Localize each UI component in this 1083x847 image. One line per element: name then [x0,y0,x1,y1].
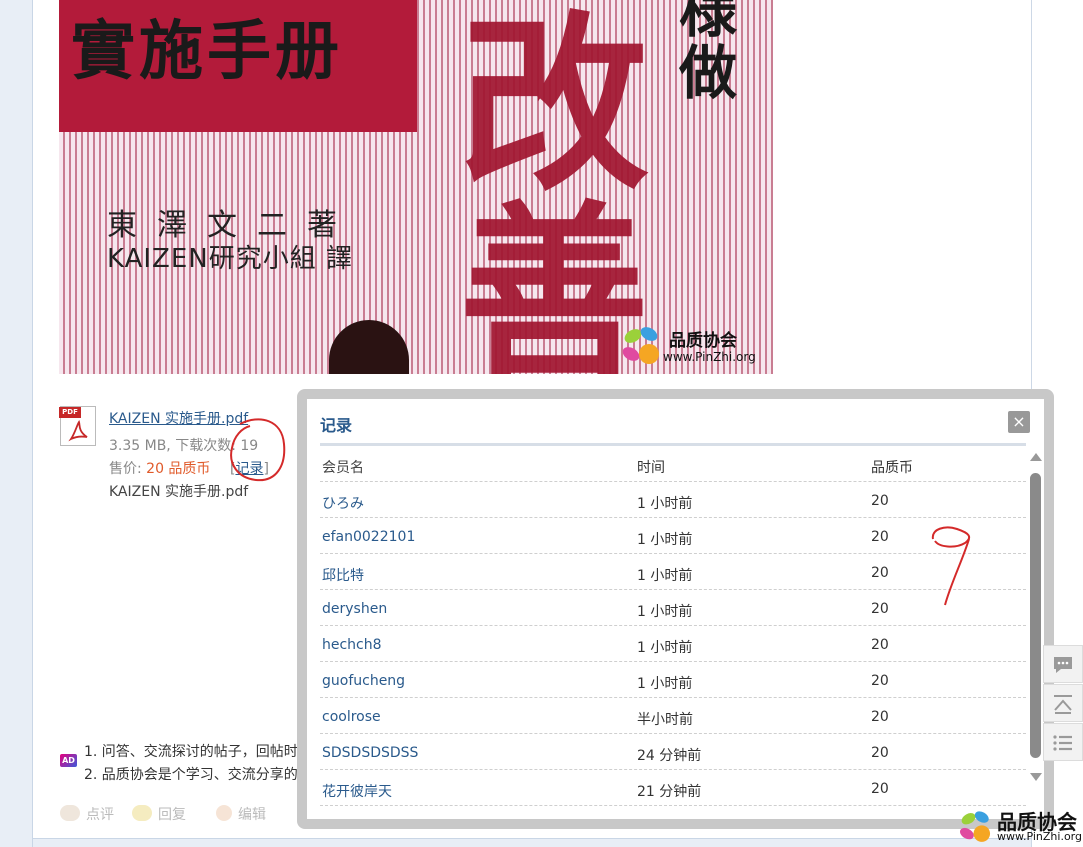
chat-bubble-icon [1054,657,1072,673]
table-row: SDSDSDSDSS 24 分钟前 20 [320,734,1026,770]
attachment-price: 售价: 20 品质币 [记录] [109,458,269,478]
watermark-url: www.PinZhi.org [997,830,1082,843]
member-link[interactable]: deryshen [322,601,387,617]
notice-line-1: 1. 问答、交流探讨的帖子，回帖时请 [84,744,299,760]
floating-toolbar [1043,645,1083,762]
member-link[interactable]: ひろみ [322,493,364,513]
return-to-list-button[interactable] [1043,723,1083,761]
ad-badge: AD [60,754,77,767]
row-coins: 20 [871,745,889,761]
red-annotation-circle [230,418,286,482]
notice-line-2: 2. 品质协会是个学习、交流分享的平 [84,767,299,783]
cover-big-calligraphy: 改善 [459,0,650,375]
header-member: 会员名 [322,460,364,476]
member-link[interactable]: SDSDSDSDSS [322,745,418,761]
member-link[interactable]: guofucheng [322,673,405,689]
table-row: deryshen 1 小时前 20 [320,590,1026,626]
member-link[interactable]: coolrose [322,709,381,725]
red-annotation-seven [931,526,971,606]
table-row: coolrose 半小时前 20 [320,698,1026,734]
row-coins: 20 [871,781,889,797]
header-coins: 品质币 [871,460,913,476]
table-row: efan0022101 1 小时前 20 [320,518,1026,554]
member-link[interactable]: 邱比特 [322,565,364,585]
member-link[interactable]: hechch8 [322,637,382,653]
back-to-top-icon [1054,695,1072,714]
pdf-file-icon: PDF [59,406,96,446]
table-row: 花开彼岸天 21 分钟前 20 [320,770,1026,806]
reply-icon [132,805,152,821]
site-watermark: 品质协会 www.PinZhi.org [957,806,1083,846]
edit-button[interactable]: 编辑 [216,804,266,824]
member-link[interactable]: efan0022101 [322,529,415,545]
row-coins: 20 [871,637,889,653]
scrollbar-thumb[interactable] [1030,473,1041,758]
row-coins: 20 [871,493,889,509]
pdf-tag: PDF [59,407,81,418]
price-amount: 20 品质币 [146,461,211,477]
quick-reply-button[interactable] [1043,645,1083,683]
row-time: 半小时前 [637,712,693,728]
book-cover-image: 實施手册 様 做 改善 東澤文二著 KAIZEN研究小組 譯 品质协会 www.… [59,0,773,374]
row-time: 1 小时前 [637,676,693,692]
edit-label: 编辑 [238,807,266,823]
table-row: guofucheng 1 小时前 20 [320,662,1026,698]
dialog-title: 记录 [320,416,353,435]
row-time: 1 小时前 [637,640,693,656]
cover-logo-url: www.PinZhi.org [663,350,756,364]
row-time: 1 小时前 [637,604,693,620]
close-button[interactable]: × [1008,411,1030,433]
reply-button[interactable]: 回复 [132,804,186,824]
cover-title: 實施手册 [71,14,343,89]
member-link[interactable]: 花开彼岸天 [322,781,392,801]
acrobat-icon [68,419,88,442]
row-coins: 20 [871,601,889,617]
post-bottom-border [33,838,1031,847]
edit-pencil-icon [216,805,232,821]
comment-label: 点评 [86,807,114,823]
comment-button[interactable]: 点评 [60,804,114,824]
table-header-row: 会员名 时间 品质币 [320,446,1026,482]
row-time: 1 小时前 [637,532,693,548]
back-to-top-button[interactable] [1043,684,1083,722]
cover-translator: KAIZEN研究小組 譯 [107,244,354,274]
cover-illustration [329,320,409,374]
list-icon [1053,735,1072,751]
table-row: hechch8 1 小时前 20 [320,626,1026,662]
row-coins: 20 [871,529,889,545]
cover-logo-name: 品质协会 [669,331,737,351]
record-table: 会员名 时间 品质币 ひろみ 1 小时前 20 efan0022101 1 小时… [320,446,1026,806]
pinzhi-logo-icon [622,327,659,364]
cover-watermark-logo: 品质协会 www.PinZhi.org [619,322,769,370]
table-row: 邱比特 1 小时前 20 [320,554,1026,590]
price-label: 售价: [109,461,147,477]
scroll-up-arrow[interactable] [1030,453,1042,461]
header-time: 时间 [637,460,665,476]
record-dialog: 记录 × 会员名 时间 品质币 ひろみ 1 小时前 20 efan0022101… [307,399,1044,819]
row-time: 24 分钟前 [637,748,702,764]
comment-icon [60,805,80,821]
pinzhi-logo-icon [960,811,991,842]
left-gutter [0,0,33,847]
row-coins: 20 [871,565,889,581]
row-time: 1 小时前 [637,568,693,584]
table-row: ひろみ 1 小时前 20 [320,482,1026,518]
reply-label: 回复 [158,807,186,823]
row-coins: 20 [871,673,889,689]
row-time: 1 小时前 [637,496,693,512]
scroll-down-arrow[interactable] [1030,773,1042,781]
row-coins: 20 [871,709,889,725]
row-time: 21 分钟前 [637,784,702,800]
